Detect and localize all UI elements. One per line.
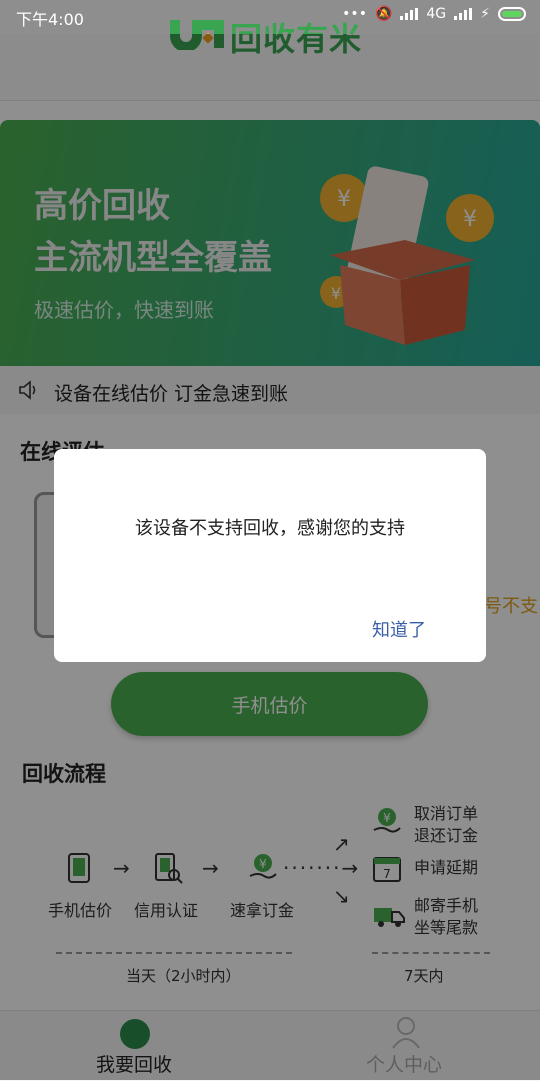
signal-icon: [400, 8, 419, 20]
dialog-message: 该设备不支持回收，感谢您的支持: [135, 518, 405, 539]
dialog-ok-button[interactable]: 知道了: [372, 616, 426, 642]
charging-icon: ⚡: [480, 6, 490, 22]
status-icons: ••• 🔕 4G ⚡: [342, 6, 526, 22]
mute-icon: 🔕: [374, 6, 393, 22]
network-type: 4G: [426, 6, 447, 22]
alert-dialog: 该设备不支持回收，感谢您的支持 知道了: [54, 449, 486, 662]
signal-icon-2: [454, 8, 473, 20]
status-time: 下午4:00: [16, 10, 84, 29]
battery-icon: [498, 7, 526, 21]
